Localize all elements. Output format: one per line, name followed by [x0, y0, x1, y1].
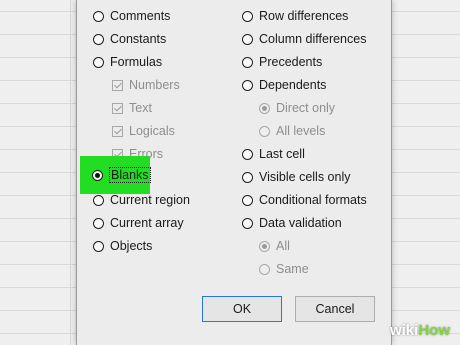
current-array-label: Current array: [110, 216, 184, 230]
option-last-cell[interactable]: Last cell: [242, 145, 305, 163]
all-label: All: [276, 239, 290, 253]
logicals-label: Logicals: [129, 124, 175, 138]
dependents-label: Dependents: [259, 78, 327, 92]
column-differences-radio[interactable]: [242, 33, 253, 45]
visible-cells-only-radio[interactable]: [242, 171, 253, 183]
objects-radio[interactable]: [93, 240, 104, 252]
option-visible-cells-only[interactable]: Visible cells only: [242, 168, 350, 186]
objects-label: Objects: [110, 239, 153, 253]
numbers-checkbox: [112, 79, 123, 91]
data-validation-label: Data validation: [259, 216, 342, 230]
option-numbers: Numbers: [112, 76, 180, 94]
same-label: Same: [276, 262, 309, 276]
option-direct-only: Direct only: [259, 99, 335, 117]
option-objects[interactable]: Objects: [93, 237, 152, 255]
precedents-radio[interactable]: [242, 56, 253, 68]
option-all: All: [259, 237, 290, 255]
last-cell-label: Last cell: [259, 147, 305, 161]
column-differences-label: Column differences: [259, 32, 367, 46]
formulas-radio[interactable]: [93, 56, 104, 68]
text-label: Text: [129, 101, 152, 115]
logicals-checkbox: [112, 125, 123, 137]
option-logicals: Logicals: [112, 122, 175, 140]
text-checkbox: [112, 102, 123, 114]
visible-cells-only-label: Visible cells only: [259, 170, 351, 184]
option-dependents[interactable]: Dependents: [242, 76, 326, 94]
option-row-differences[interactable]: Row differences: [242, 7, 348, 25]
cancel-button[interactable]: Cancel: [295, 296, 375, 322]
conditional-formats-radio[interactable]: [242, 194, 253, 206]
formulas-label: Formulas: [110, 55, 163, 69]
constants-label: Constants: [110, 32, 167, 46]
watermark-how: How: [418, 322, 450, 339]
blanks-radio[interactable]: [92, 169, 103, 181]
wikihow-watermark: wikiHow: [390, 322, 450, 339]
all-levels-radio: [259, 125, 270, 137]
conditional-formats-label: Conditional formats: [259, 193, 367, 207]
all-radio: [259, 240, 270, 252]
option-data-validation[interactable]: Data validation: [242, 214, 342, 232]
option-all-levels: All levels: [259, 122, 325, 140]
option-formulas[interactable]: Formulas: [93, 53, 162, 71]
option-column-differences[interactable]: Column differences: [242, 30, 366, 48]
all-levels-label: All levels: [276, 124, 326, 138]
dependents-radio[interactable]: [242, 79, 253, 91]
data-validation-radio[interactable]: [242, 217, 253, 229]
ok-button[interactable]: OK: [202, 296, 282, 322]
option-same: Same: [259, 260, 309, 278]
constants-radio[interactable]: [93, 33, 104, 45]
direct-only-radio: [259, 102, 270, 114]
direct-only-label: Direct only: [276, 101, 336, 115]
option-precedents[interactable]: Precedents: [242, 53, 322, 71]
current-region-label: Current region: [110, 193, 190, 207]
option-conditional-formats[interactable]: Conditional formats: [242, 191, 367, 209]
option-blanks[interactable]: Blanks: [92, 166, 151, 184]
last-cell-radio[interactable]: [242, 148, 253, 160]
current-array-radio[interactable]: [93, 217, 104, 229]
option-current-array[interactable]: Current array: [93, 214, 184, 232]
row-differences-label: Row differences: [259, 9, 349, 23]
current-region-radio[interactable]: [93, 194, 104, 206]
numbers-label: Numbers: [129, 78, 180, 92]
comments-label: Comments: [110, 9, 171, 23]
same-radio: [259, 263, 270, 275]
comments-radio[interactable]: [93, 10, 104, 22]
precedents-label: Precedents: [259, 55, 323, 69]
option-comments[interactable]: Comments: [93, 7, 170, 25]
blanks-label: Blanks: [109, 167, 151, 183]
option-text: Text: [112, 99, 152, 117]
row-differences-radio[interactable]: [242, 10, 253, 22]
option-constants[interactable]: Constants: [93, 30, 166, 48]
watermark-wiki: wiki: [389, 322, 419, 339]
